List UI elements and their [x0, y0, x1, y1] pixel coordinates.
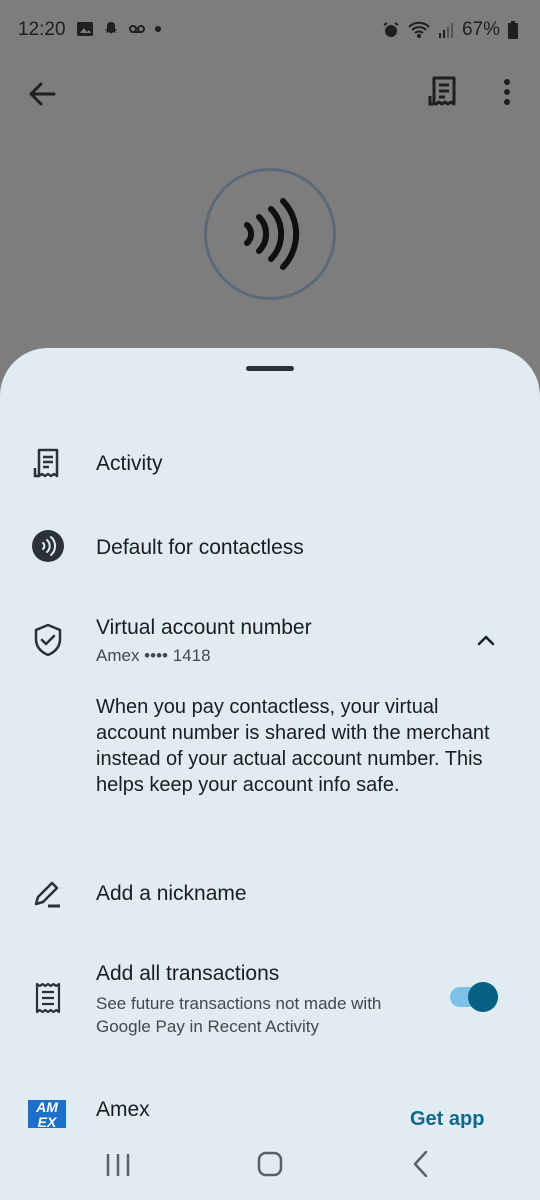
card-details-sheet: Activity Default for contactless Virtual… [0, 348, 540, 1200]
recent-apps-icon[interactable] [100, 1148, 136, 1180]
toggle-knob [468, 982, 498, 1012]
add-nickname-row[interactable]: Add a nickname [0, 868, 540, 918]
voicemail-icon [129, 25, 145, 33]
status-time: 12:20 [18, 19, 66, 40]
drag-handle[interactable] [246, 366, 294, 371]
snapchat-icon [105, 22, 117, 34]
shield-check-icon [34, 623, 62, 657]
edit-pencil-icon [34, 881, 60, 908]
notification-icons [76, 20, 162, 38]
back-icon[interactable] [404, 1148, 440, 1180]
amex-logo: AM EX [28, 1100, 66, 1130]
contactless-indicator [204, 168, 336, 300]
add-nickname-label: Add a nickname [96, 882, 247, 905]
receipt-list-icon [35, 982, 61, 1014]
dot-icon [155, 26, 161, 32]
system-nav-bar [0, 1128, 540, 1200]
add-transactions-subtitle: See future transactions not made with Go… [96, 994, 382, 1036]
status-right: 67% [382, 19, 518, 41]
top-app-bar [0, 62, 540, 122]
battery-icon [508, 21, 518, 39]
activity-label: Activity [96, 452, 163, 475]
back-arrow-icon[interactable] [22, 74, 62, 114]
status-bar: 12:20 67% [0, 0, 540, 62]
virtual-account-subtitle: Amex •••• 1418 [96, 646, 211, 665]
virtual-account-row[interactable]: Virtual account number Amex •••• 1418 [0, 604, 540, 674]
contactless-icon [244, 198, 300, 270]
wifi-icon [408, 21, 430, 38]
chevron-up-icon[interactable] [474, 628, 498, 652]
default-contactless-label: Default for contactless [96, 536, 304, 559]
default-contactless-row[interactable]: Default for contactless [0, 522, 540, 572]
amex-title: Amex [96, 1098, 150, 1121]
receipt-icon[interactable] [424, 72, 464, 112]
virtual-account-description: When you pay contactless, your virtual a… [96, 696, 490, 796]
alarm-icon [383, 22, 399, 37]
signal-icon [438, 23, 453, 38]
add-transactions-toggle[interactable] [450, 982, 500, 1012]
more-options-icon[interactable] [490, 72, 524, 112]
add-transactions-title: Add all transactions [96, 962, 280, 985]
home-icon[interactable] [252, 1148, 288, 1180]
battery-percent: 67% [461, 19, 500, 40]
gallery-icon [77, 22, 93, 36]
receipt-icon [33, 448, 59, 478]
virtual-account-title: Virtual account number [96, 616, 312, 639]
activity-row[interactable]: Activity [0, 438, 540, 488]
contactless-icon [32, 530, 64, 562]
